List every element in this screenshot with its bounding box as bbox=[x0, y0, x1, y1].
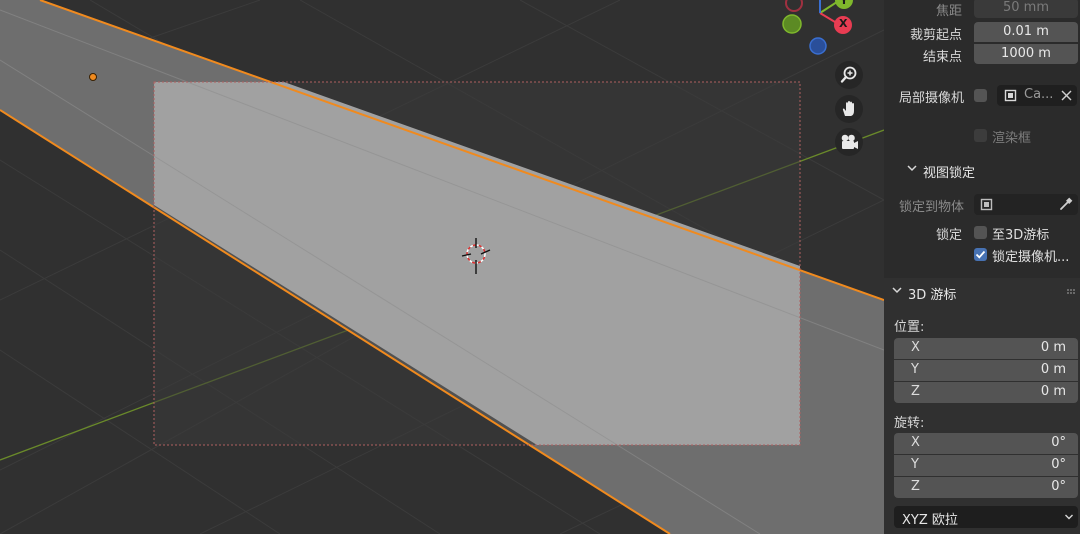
axis-label: Z bbox=[911, 479, 920, 494]
rotation-label: 旋转: bbox=[894, 416, 925, 431]
local-camera-checkbox[interactable] bbox=[974, 89, 987, 102]
rotation-x-field[interactable]: X 0° bbox=[894, 433, 1078, 454]
object-picker-icon bbox=[980, 198, 993, 211]
clip-end-field[interactable]: 1000 m bbox=[974, 44, 1078, 64]
clip-end-row: 结束点 1000 m bbox=[884, 44, 1080, 66]
clip-end-label: 结束点 bbox=[922, 50, 962, 65]
axis-value: 0° bbox=[1051, 479, 1066, 494]
zoom-icon bbox=[840, 66, 857, 83]
lock-camera-to-view-checkbox[interactable] bbox=[974, 248, 987, 261]
lock-to-object-label: 锁定到物体 bbox=[898, 200, 964, 215]
rotation-z-field[interactable]: Z 0° bbox=[894, 477, 1078, 498]
axis-value: 0 m bbox=[1040, 340, 1066, 355]
rotation-mode-value: XYZ 欧拉 bbox=[902, 513, 958, 528]
location-z-field[interactable]: Z 0 m bbox=[894, 382, 1078, 403]
local-camera-object-field[interactable]: Ca... bbox=[997, 85, 1077, 106]
lock-to-object-field[interactable] bbox=[974, 194, 1078, 215]
viewport-scene bbox=[0, 0, 884, 534]
location-label: 位置: bbox=[894, 320, 925, 335]
lock-label: 锁定 bbox=[935, 228, 962, 243]
gizmo-x-label[interactable]: X bbox=[839, 17, 847, 30]
focal-length-field[interactable]: 50 mm bbox=[974, 0, 1078, 18]
local-camera-label: 局部摄像机 bbox=[898, 91, 964, 106]
axis-label: Y bbox=[911, 362, 919, 377]
camera-view-icon bbox=[841, 134, 858, 149]
drag-grip-icon[interactable] bbox=[1066, 288, 1076, 296]
axis-value: 0° bbox=[1051, 457, 1066, 472]
zoom-button[interactable] bbox=[835, 61, 863, 89]
3d-cursor-header[interactable]: 3D 游标 bbox=[884, 281, 1080, 305]
checkmark-icon bbox=[975, 250, 986, 259]
pan-button[interactable] bbox=[835, 95, 863, 123]
local-camera-object-value: Ca... bbox=[1024, 87, 1054, 102]
rotation-mode-select[interactable]: XYZ 欧拉 bbox=[894, 506, 1078, 528]
object-origin bbox=[89, 73, 97, 81]
clip-start-label: 裁剪起点 bbox=[909, 28, 962, 43]
axis-label: Z bbox=[911, 384, 920, 399]
gizmo-y-label[interactable]: Y bbox=[840, 0, 848, 7]
lock-to-3d-cursor-checkbox[interactable] bbox=[974, 226, 987, 239]
focal-length-label: 焦距 bbox=[935, 4, 962, 19]
location-y-field[interactable]: Y 0 m bbox=[894, 360, 1078, 381]
camera-view-button[interactable] bbox=[835, 128, 863, 156]
lock-camera-to-view-label: 锁定摄像机... bbox=[992, 250, 1070, 265]
chevron-down-icon bbox=[1065, 514, 1073, 520]
rotation-y-field[interactable]: Y 0° bbox=[894, 455, 1078, 476]
lock-to-object-row: 锁定到物体 bbox=[884, 194, 1080, 216]
clip-start-row: 裁剪起点 0.01 m bbox=[884, 22, 1080, 44]
clip-start-field[interactable]: 0.01 m bbox=[974, 22, 1078, 42]
axis-label: Y bbox=[911, 457, 919, 472]
axis-value: 0° bbox=[1051, 435, 1066, 450]
3d-viewport[interactable]: X Y bbox=[0, 0, 884, 534]
axis-label: X bbox=[911, 340, 920, 355]
axis-label: X bbox=[911, 435, 920, 450]
focal-length-row: 焦距 50 mm bbox=[884, 0, 1080, 20]
view-lock-title: 视图锁定 bbox=[923, 166, 976, 181]
sidebar-view-panel: 焦距 50 mm 裁剪起点 0.01 m 结束点 1000 m 局部摄像机 Ca… bbox=[884, 0, 1080, 534]
object-picker-icon bbox=[1004, 89, 1017, 102]
render-region-label: 渲染框 bbox=[992, 131, 1032, 146]
location-x-field[interactable]: X 0 m bbox=[894, 338, 1078, 359]
lock-to-3d-cursor-label: 至3D游标 bbox=[992, 228, 1050, 243]
chevron-down-icon bbox=[907, 165, 917, 172]
axis-value: 0 m bbox=[1040, 362, 1066, 377]
view-lock-header[interactable]: 视图锁定 bbox=[884, 159, 1080, 183]
axis-value: 0 m bbox=[1040, 384, 1066, 399]
clear-x-icon[interactable] bbox=[1061, 90, 1072, 101]
render-region-checkbox[interactable] bbox=[974, 129, 987, 142]
eyedropper-icon[interactable] bbox=[1058, 197, 1073, 212]
hand-pan-icon bbox=[842, 101, 854, 116]
chevron-down-icon bbox=[892, 287, 902, 294]
crosshair-3d-cursor-icon[interactable] bbox=[460, 236, 492, 276]
3d-cursor-title: 3D 游标 bbox=[908, 288, 957, 303]
local-camera-row: 局部摄像机 Ca... bbox=[884, 85, 1080, 107]
